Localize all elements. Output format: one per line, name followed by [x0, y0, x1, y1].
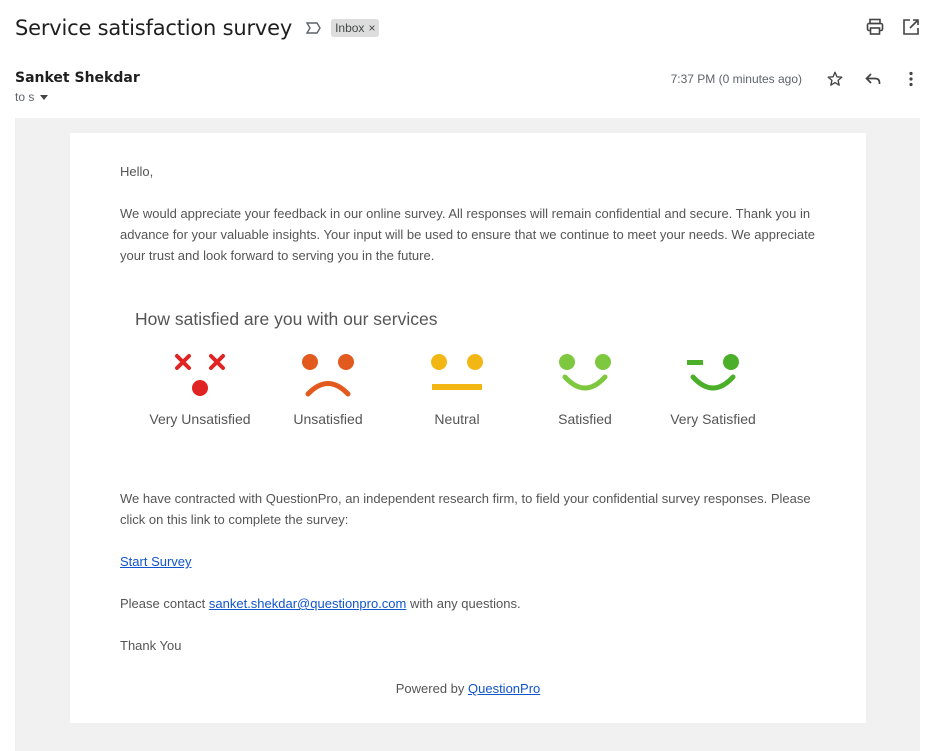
sender-block: Sanket Shekdar to s: [15, 70, 140, 104]
recipient-line[interactable]: to s: [15, 90, 140, 104]
subject-row: Service satisfaction survey Inbox ×: [15, 12, 380, 44]
neutral-face-icon: [431, 354, 483, 390]
star-icon[interactable]: [824, 68, 846, 90]
message-time: 7:37 PM (0 minutes ago): [670, 72, 802, 86]
sender-name[interactable]: Sanket Shekdar: [15, 70, 140, 86]
greeting: Hello,: [120, 164, 154, 179]
rating-label: Neutral: [434, 411, 480, 427]
rating-very-satisfied[interactable]: Very Satisfied: [648, 353, 778, 427]
rating-satisfied[interactable]: Satisfied: [520, 353, 650, 427]
powered-by: Powered by QuestionPro: [70, 681, 866, 696]
top-actions: [864, 16, 922, 38]
reply-icon[interactable]: [862, 68, 884, 90]
open-in-new-window-icon[interactable]: [900, 16, 922, 38]
importance-marker-icon[interactable]: [304, 19, 322, 37]
rating-unsatisfied[interactable]: Unsatisfied: [263, 353, 393, 427]
email-body: Hello, We would appreciate your feedback…: [70, 133, 866, 723]
very-satisfied-face-icon: [687, 354, 739, 391]
email-subject: Service satisfaction survey: [15, 16, 293, 40]
contact-prefix: Please contact: [120, 596, 209, 611]
chevron-down-icon[interactable]: [40, 94, 49, 100]
very-unsatisfied-face-icon: [175, 354, 225, 396]
start-survey-link[interactable]: Start Survey: [120, 554, 192, 569]
rating-neutral[interactable]: Neutral: [392, 353, 522, 427]
contract-paragraph: We have contracted with QuestionPro, an …: [120, 491, 811, 527]
rating-label: Satisfied: [558, 411, 612, 427]
rating-label: Unsatisfied: [293, 411, 363, 427]
recipient-text: to s: [15, 90, 35, 104]
contact-line: Please contact sanket.shekdar@questionpr…: [120, 593, 820, 614]
powered-prefix: Powered by: [395, 681, 468, 696]
survey-question: How satisfied are you with our services: [135, 309, 438, 329]
rating-label: Very Satisfied: [670, 411, 756, 427]
inbox-label-chip[interactable]: Inbox ×: [331, 19, 380, 37]
message-meta: 7:37 PM (0 minutes ago): [671, 68, 922, 90]
intro-paragraph: We would appreciate your feedback in our…: [120, 206, 815, 263]
more-vert-icon[interactable]: [900, 68, 922, 90]
start-survey-line: Start Survey: [120, 551, 820, 572]
inbox-label-text: Inbox: [335, 21, 365, 35]
satisfied-face-icon: [559, 354, 611, 391]
questionpro-link[interactable]: QuestionPro: [468, 681, 540, 696]
rating-very-unsatisfied[interactable]: Very Unsatisfied: [135, 353, 265, 427]
remove-label-icon[interactable]: ×: [368, 21, 375, 35]
rating-label: Very Unsatisfied: [149, 411, 251, 427]
unsatisfied-face-icon: [302, 354, 354, 397]
thank-you: Thank You: [120, 638, 182, 653]
contact-email-link[interactable]: sanket.shekdar@questionpro.com: [209, 596, 406, 611]
contact-suffix: with any questions.: [406, 596, 521, 611]
print-icon[interactable]: [864, 16, 886, 38]
